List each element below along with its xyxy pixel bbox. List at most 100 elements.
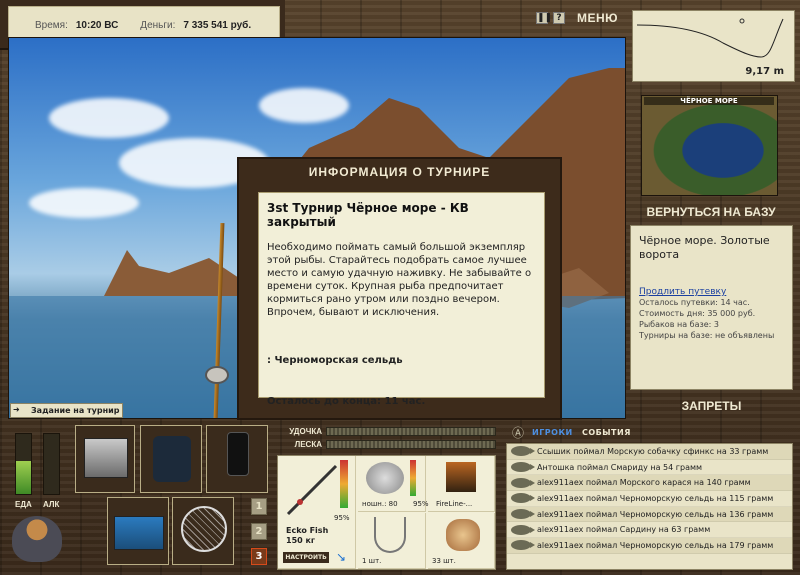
menu-button[interactable]: МЕНЮ — [577, 11, 618, 25]
fish-icon — [511, 524, 535, 535]
return-to-base-button[interactable]: ВЕРНУТЬСЯ НА БАЗУ — [641, 205, 781, 219]
fish-icon — [511, 493, 535, 504]
tab-events[interactable]: СОБЫТИЯ — [582, 428, 631, 437]
food-meter-fill — [16, 461, 31, 494]
alcohol-meter — [43, 433, 60, 495]
fish-icon — [511, 446, 535, 457]
tournaments-status: Турниры на базе: не объявлены — [639, 331, 775, 340]
rod-cell[interactable]: 95% Ecko Fish 150 кг НАСТРОИТЬ ↘ — [278, 456, 356, 569]
rod-wear-value: 95% — [334, 514, 350, 522]
chat-text: Антошка поймал Смариду на 54 грамм — [537, 462, 703, 472]
reel-wear-bar — [410, 460, 416, 496]
shrimp-bait-icon — [446, 519, 480, 551]
reel-wear-label: ношн.: 80 — [362, 500, 398, 508]
bans-button[interactable]: ЗАПРЕТЫ — [630, 399, 793, 413]
dialog-title: ИНФОРМАЦИЯ О ТУРНИРЕ — [308, 165, 491, 179]
bait-bucket-icon[interactable] — [12, 516, 62, 562]
tournament-description: Необходимо поймать самый большой экземпл… — [267, 242, 532, 318]
reel-wear-value: 95% — [413, 500, 429, 508]
chat-text: alex911aex поймал Черноморскую сельдь на… — [537, 509, 774, 519]
line-tension-bar — [326, 440, 496, 449]
tab-players[interactable]: ИГРОКИ — [532, 428, 573, 437]
keep-net-icon — [181, 506, 227, 552]
chat-tabs: ИГРОКИ СОБЫТИЯ — [532, 428, 631, 437]
setup-button[interactable]: НАСТРОИТЬ — [283, 552, 329, 563]
time-value: 10:20 ВС — [75, 19, 119, 31]
tournament-fish: : Черноморская сельдь — [267, 355, 403, 366]
chat-list: Ссышик поймал Морскую собачку сфинкс на … — [506, 443, 793, 570]
slot-button-1[interactable]: 1 — [251, 498, 267, 515]
pause-icon[interactable]: ❚❚ — [536, 12, 552, 24]
money-value: 7 335 541 руб. — [183, 19, 252, 31]
day-cost: Стоимость дня: 35 000 руб. — [639, 309, 756, 318]
hook-cell[interactable]: 1 шт. — [358, 513, 426, 569]
rod-tension-bar — [326, 427, 496, 436]
money-label: Деньги: — [140, 19, 176, 31]
chat-text: alex911aex поймал Морского карася на 140… — [537, 478, 751, 488]
hook-count: 1 шт. — [362, 557, 382, 565]
location-map — [641, 95, 778, 196]
alcohol-label: АЛК — [43, 500, 60, 509]
reel-icon — [366, 462, 404, 494]
chat-text: alex911aex поймал Сардину на 63 грамм — [537, 525, 711, 535]
rod-wear-bar — [340, 460, 348, 508]
fish-icon — [511, 540, 535, 551]
logo-icon: Ⓐ — [512, 426, 525, 440]
chat-message: Ссышик поймал Морскую собачку сфинкс на … — [507, 444, 792, 460]
inventory-slot-net[interactable] — [172, 497, 234, 565]
chat-text: alex911aex поймал Черноморскую сельдь на… — [537, 540, 774, 550]
rod-name: Ecko Fish — [286, 526, 329, 535]
fish-icon — [511, 477, 535, 488]
line-label: ЛЕСКА — [294, 440, 322, 449]
help-icon[interactable]: ? — [553, 12, 565, 24]
reel-icon — [205, 366, 229, 384]
tackle-box-icon — [84, 438, 128, 478]
fish-icon — [511, 509, 535, 520]
inventory-slot-tackle-box[interactable] — [75, 425, 135, 493]
line-cell[interactable]: FireLine-... — [428, 456, 495, 512]
tournament-remaining: Осталось до конца: 11 час. — [267, 396, 426, 407]
tackle-kit-icon — [114, 516, 164, 550]
food-meter — [15, 433, 32, 495]
arrow-down-right-icon[interactable]: ↘ — [336, 550, 346, 564]
chat-text: alex911aex поймал Черноморскую сельдь на… — [537, 493, 774, 503]
tournament-dialog: ИНФОРМАЦИЯ О ТУРНИРЕ 3st Турнир Чёрное м… — [237, 157, 562, 420]
location-panel: Чёрное море. Золотые ворота Продлить пут… — [630, 225, 793, 390]
food-label: ЕДА — [15, 500, 32, 509]
inventory-slot-phone[interactable] — [206, 425, 268, 493]
chat-message: alex911aex поймал Сардину на 63 грамм — [507, 522, 792, 539]
bait-cell[interactable]: 33 шт. — [428, 513, 495, 569]
inventory-slot-kit[interactable] — [107, 497, 169, 565]
rod-weight: 150 кг — [286, 536, 316, 545]
anglers-count: Рыбаков на базе: 3 — [639, 320, 719, 329]
task-tab[interactable]: Задание на турнир — [10, 403, 123, 418]
rod-icon — [286, 464, 338, 516]
tackle-panel: 95% Ecko Fish 150 кг НАСТРОИТЬ ↘ ношн.: … — [277, 455, 496, 570]
rod-label: УДОЧКА — [289, 427, 322, 436]
bait-count: 33 шт. — [432, 557, 456, 565]
chat-message: alex911aex поймал Черноморскую сельдь на… — [507, 491, 792, 507]
chat-message: alex911aex поймал Морского карася на 140… — [507, 475, 792, 492]
depth-value: 9,17 m — [745, 66, 784, 77]
map-title: ЧЁРНОЕ МОРЕ — [644, 97, 774, 105]
chat-message: alex911aex поймал Черноморскую сельдь на… — [507, 538, 792, 554]
chat-message: Антошка поймал Смариду на 54 грамм — [507, 460, 792, 476]
chat-message: alex911aex поймал Черноморскую сельдь на… — [507, 506, 792, 523]
extend-permit-link[interactable]: Продлить путевку — [639, 287, 726, 297]
slot-button-2[interactable]: 2 — [251, 523, 267, 540]
dialog-body: 3st Турнир Чёрное море - КВ закрытый Нео… — [258, 192, 545, 407]
depth-panel: 9,17 m — [632, 10, 795, 82]
line-name: FireLine-... — [436, 500, 473, 508]
tournament-heading: 3st Турнир Чёрное море - КВ закрытый — [267, 201, 469, 229]
inventory-slot-bag[interactable] — [140, 425, 202, 493]
hook-icon — [374, 517, 406, 553]
task-label: Задание на турнир — [31, 406, 120, 415]
phone-icon — [227, 432, 249, 476]
arrow-right-icon: ➜ — [13, 405, 20, 414]
time-label: Время: — [35, 19, 68, 31]
permit-remaining: Осталось путевки: 14 час. — [639, 298, 750, 307]
slot-button-3[interactable]: 3 — [251, 548, 267, 565]
location-name: Чёрное море. Золотые ворота — [639, 234, 770, 261]
fishing-line-icon — [446, 462, 476, 492]
chat-text: Ссышик поймал Морскую собачку сфинкс на … — [537, 446, 769, 456]
